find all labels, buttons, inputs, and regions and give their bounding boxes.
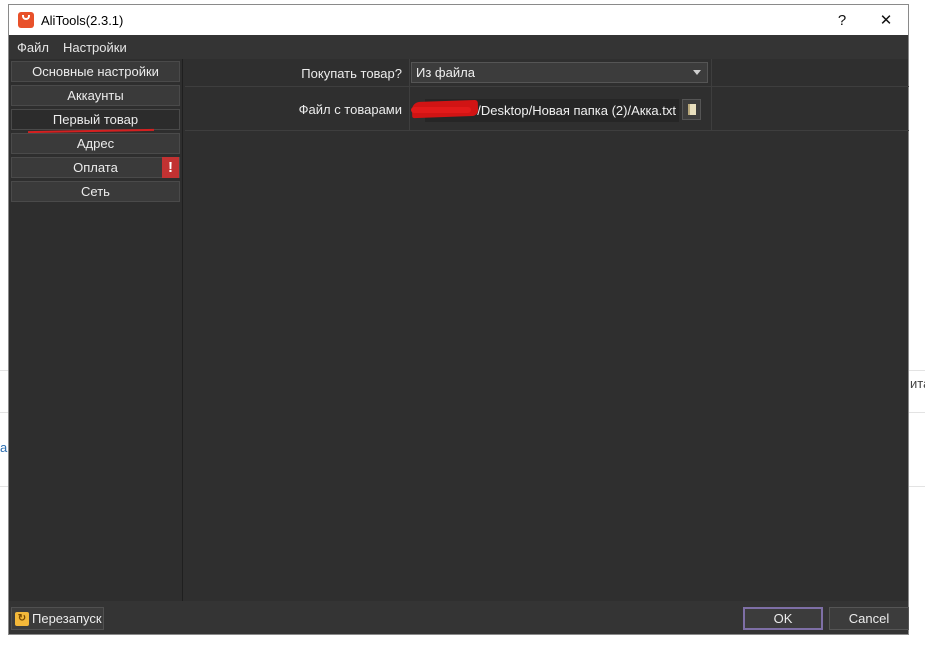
buy-product-label: Покупать товар? xyxy=(301,66,402,81)
sidebar-item-address[interactable]: Адрес xyxy=(11,133,180,154)
browse-file-button[interactable] xyxy=(682,99,701,120)
background-text: а xyxy=(0,440,8,455)
sidebar-item-label: Первый товар xyxy=(52,112,139,127)
sidebar-item-main-settings[interactable]: Основные настройки xyxy=(11,61,180,82)
column-divider xyxy=(711,87,712,130)
sidebar-item-payment[interactable]: Оплата ! xyxy=(11,157,180,178)
restart-label: Перезапуск xyxy=(32,611,102,626)
sidebar-item-label: Оплата xyxy=(73,160,118,175)
settings-panel: Покупать товар? Из файла Файл с товарами… xyxy=(182,59,909,601)
sidebar-item-network[interactable]: Сеть xyxy=(11,181,180,202)
buy-product-row: Покупать товар? Из файла xyxy=(185,59,909,87)
book-icon xyxy=(687,104,696,115)
settings-sidebar: Основные настройки Аккаунты Первый товар… xyxy=(9,59,182,601)
chevron-down-icon xyxy=(693,70,701,75)
menu-bar: Файл Настройки xyxy=(9,35,908,59)
sidebar-item-label: Аккаунты xyxy=(67,88,124,103)
window-title: AliTools(2.3.1) xyxy=(41,12,124,28)
warning-icon: ! xyxy=(162,157,179,178)
footer-bar: ↻ Перезапуск OK Cancel xyxy=(9,601,909,634)
sidebar-item-label: Основные настройки xyxy=(32,64,159,79)
sidebar-item-label: Адрес xyxy=(76,136,115,151)
column-divider xyxy=(711,59,712,86)
menu-file[interactable]: Файл xyxy=(11,40,55,55)
close-button[interactable]: ✕ xyxy=(864,5,908,35)
background-text: ита xyxy=(910,376,925,391)
ok-button[interactable]: OK xyxy=(743,607,823,630)
buy-product-select[interactable]: Из файла xyxy=(411,62,708,83)
title-bar: AliTools(2.3.1) ? ✕ xyxy=(9,5,908,35)
buy-product-value: Из файла xyxy=(416,65,475,80)
help-button[interactable]: ? xyxy=(820,5,864,35)
aliexpress-bag-icon xyxy=(18,12,34,28)
sidebar-item-label: Сеть xyxy=(81,184,110,199)
column-divider xyxy=(409,87,410,130)
products-file-row: Файл с товарами /Desktop/Новая папка (2)… xyxy=(185,87,909,131)
app-window: AliTools(2.3.1) ? ✕ Файл Настройки Основ… xyxy=(8,4,909,635)
cancel-button[interactable]: Cancel xyxy=(829,607,909,630)
red-redaction-mark xyxy=(411,107,471,113)
restart-button[interactable]: ↻ Перезапуск xyxy=(11,607,104,630)
restart-icon: ↻ xyxy=(15,611,29,626)
file-path-text: /Desktop/Новая папка (2)/Акка.txt xyxy=(477,103,676,118)
column-divider xyxy=(409,59,410,86)
menu-settings[interactable]: Настройки xyxy=(57,40,133,55)
products-file-label: Файл с товарами xyxy=(298,102,402,117)
sidebar-item-accounts[interactable]: Аккаунты xyxy=(11,85,180,106)
sidebar-item-first-product[interactable]: Первый товар xyxy=(11,109,180,134)
